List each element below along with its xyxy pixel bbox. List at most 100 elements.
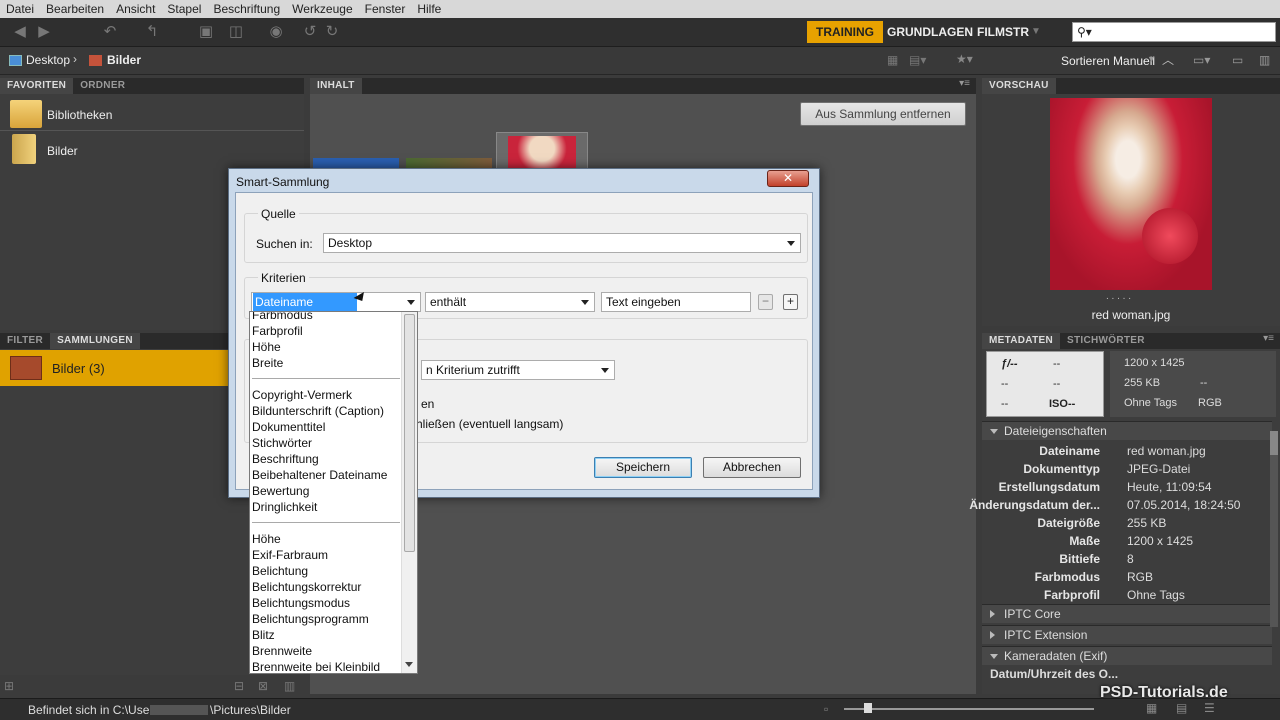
add-criterion-icon[interactable]: +	[783, 294, 798, 310]
section-iptc-core[interactable]: IPTC Core	[982, 604, 1272, 623]
criteria-field-select[interactable]: Dateiname	[251, 292, 421, 312]
criteria-operator-select[interactable]: enthält	[425, 292, 595, 312]
sort-dropdown[interactable]: Sortieren Manuell	[1061, 54, 1155, 68]
menu-datei[interactable]: Datei	[0, 2, 40, 16]
scroll-down-icon[interactable]	[405, 662, 413, 667]
workspace-training[interactable]: TRAINING	[807, 21, 883, 43]
criteria-text-input[interactable]: Text eingeben	[601, 292, 751, 312]
thumbnail-size-slider[interactable]	[844, 708, 1094, 710]
tab-ordner[interactable]: ORDNER	[73, 78, 132, 94]
review-mode-icon[interactable]: ▤▾	[909, 53, 926, 67]
search-in-select[interactable]: Desktop	[323, 233, 801, 253]
grid-view-icon[interactable]: ▦	[1146, 701, 1157, 715]
list-item[interactable]: Belichtungskorrektur	[252, 579, 361, 595]
list-item[interactable]: Beibehaltener Dateiname	[252, 467, 387, 483]
menu-stapel[interactable]: Stapel	[161, 2, 207, 16]
list-item[interactable]: Beschriftung	[252, 451, 319, 467]
menu-fenster[interactable]: Fenster	[359, 2, 412, 16]
favorite-bibliotheken[interactable]: Bibliotheken	[47, 108, 112, 122]
menu-bearbeiten[interactable]: Bearbeiten	[40, 2, 110, 16]
thumbnail-quality-icon[interactable]: ▦	[887, 53, 898, 67]
delete-collection-icon[interactable]: ▥	[284, 679, 295, 693]
section-kameradaten[interactable]: Kameradaten (Exif)	[982, 646, 1272, 665]
breadcrumb-desktop[interactable]: Desktop	[26, 53, 70, 67]
rotate-left-icon[interactable]: ↺	[300, 23, 320, 41]
rating-filter-icon[interactable]: ★▾	[956, 52, 973, 66]
match-select[interactable]: n Kriterium zutrifft	[421, 360, 615, 380]
list-item[interactable]: Breite	[252, 355, 283, 371]
open-in-camera-raw-icon[interactable]: ◉	[266, 23, 286, 41]
delete-icon[interactable]: ▥	[1259, 53, 1270, 67]
list-item[interactable]: Brennweite	[252, 643, 312, 659]
favorite-bilder[interactable]: Bilder	[47, 144, 78, 158]
metadata-scrollbar-thumb[interactable]	[1270, 431, 1278, 455]
remove-criterion-icon[interactable]: −	[758, 294, 773, 310]
remove-from-collection-button[interactable]: Aus Sammlung entfernen	[800, 102, 966, 126]
list-item[interactable]: Dringlichkeit	[252, 499, 317, 515]
list-item[interactable]: Höhe	[252, 531, 281, 547]
list-item[interactable]: Dokumenttitel	[252, 419, 325, 435]
menu-hilfe[interactable]: Hilfe	[411, 2, 447, 16]
thumbnail-3-selected[interactable]	[496, 132, 588, 172]
sort-ascending-icon[interactable]: ︿	[1162, 51, 1174, 68]
menu-beschriftung[interactable]: Beschriftung	[207, 2, 286, 16]
dialog-close-icon[interactable]: ✕	[767, 170, 809, 187]
metadata-row: Farbprofil Ohne Tags	[1044, 588, 1185, 602]
list-item[interactable]: Exif-Farbraum	[252, 547, 328, 563]
workspace-grundlagen[interactable]: GRUNDLAGEN	[878, 21, 982, 43]
pictures-folder-icon	[12, 134, 36, 164]
section-dateieigenschaften[interactable]: Dateieigenschaften	[982, 421, 1272, 440]
option-include-all-label[interactable]: schließen (eventuell langsam)	[404, 417, 563, 431]
get-photos-icon[interactable]: ▣	[196, 23, 216, 41]
new-folder-icon[interactable]: ▭	[1232, 53, 1243, 67]
list-item[interactable]: Stichwörter	[252, 435, 312, 451]
menu-werkzeuge[interactable]: Werkzeuge	[286, 2, 358, 16]
list-view-icon[interactable]: ☰	[1204, 701, 1215, 715]
breadcrumb-bilder[interactable]: Bilder	[107, 53, 141, 67]
tab-metadaten[interactable]: METADATEN	[982, 333, 1060, 349]
edit-smart-collection-icon[interactable]: ⊠	[258, 679, 268, 693]
list-item[interactable]: Höhe	[252, 339, 281, 355]
boomerang-icon[interactable]: ↶	[100, 23, 120, 41]
search-input[interactable]: ⚲▾	[1072, 22, 1276, 42]
menu-ansicht[interactable]: Ansicht	[110, 2, 161, 16]
list-item[interactable]: Bewertung	[252, 483, 309, 499]
camera-import-icon[interactable]: ↰	[142, 23, 162, 41]
cancel-button[interactable]: Abbrechen	[703, 457, 801, 478]
tab-favoriten[interactable]: FAVORITEN	[0, 78, 74, 94]
list-item[interactable]: Farbprofil	[252, 323, 303, 339]
sort-dropdown-icon[interactable]: ▼	[1147, 54, 1156, 64]
list-item[interactable]: Bildunterschrift (Caption)	[252, 403, 384, 419]
dropdown-scrollbar-thumb[interactable]	[404, 314, 415, 552]
list-item[interactable]: Farbmodus	[252, 312, 313, 323]
list-item[interactable]: Blitz	[252, 627, 275, 643]
tab-filter[interactable]: FILTER	[0, 333, 50, 349]
section-iptc-extension[interactable]: IPTC Extension	[982, 625, 1272, 644]
tab-stichwoerter[interactable]: STICHWÖRTER	[1060, 333, 1152, 349]
thumbnail-size-slider-handle[interactable]	[864, 703, 872, 713]
list-item[interactable]: Belichtungsmodus	[252, 595, 350, 611]
save-button[interactable]: Speichern	[594, 457, 692, 478]
zoom-out-icon[interactable]: ▫	[824, 702, 828, 716]
new-collection-icon[interactable]: ⊞	[4, 679, 14, 693]
metadata-panel-menu-icon[interactable]: ▾≡	[1263, 333, 1274, 344]
list-item[interactable]: Copyright-Vermerk	[252, 387, 352, 403]
workspace-dropdown-icon[interactable]: ▼	[1026, 23, 1046, 41]
panel-menu-icon[interactable]: ▾≡	[959, 78, 970, 89]
back-icon[interactable]: ◀	[10, 23, 30, 41]
tab-sammlungen[interactable]: SAMMLUNGEN	[50, 333, 140, 349]
tab-vorschau[interactable]: VORSCHAU	[982, 78, 1056, 94]
dropdown-scrollbar[interactable]	[401, 312, 417, 673]
recent-folders-icon[interactable]: ▭▾	[1193, 53, 1210, 67]
metadata-scrollbar[interactable]	[1270, 431, 1278, 627]
option-include-subfolders-label[interactable]: en	[421, 397, 434, 411]
tab-inhalt[interactable]: INHALT	[310, 78, 362, 94]
new-smart-collection-icon[interactable]: ⊟	[234, 679, 244, 693]
list-item[interactable]: Belichtungsprogramm	[252, 611, 369, 627]
list-item[interactable]: Brennweite bei Kleinbild	[252, 659, 380, 673]
rotate-right-icon[interactable]: ↻	[322, 23, 342, 41]
list-item[interactable]: Belichtung	[252, 563, 308, 579]
details-view-icon[interactable]: ▤	[1176, 701, 1187, 715]
forward-icon[interactable]: ▶	[34, 23, 54, 41]
refine-icon[interactable]: ◫	[226, 23, 246, 41]
